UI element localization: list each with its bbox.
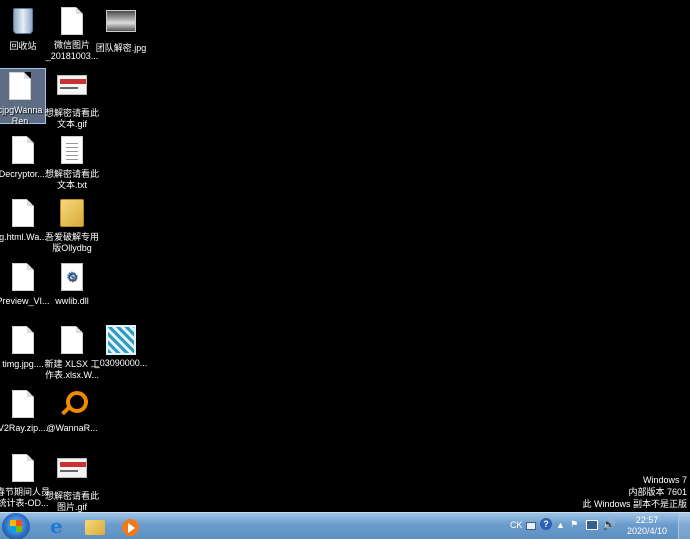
show-desktop-button[interactable]: [678, 513, 690, 539]
action-center-flag-icon[interactable]: ⚑: [570, 519, 578, 530]
system-tray: CK ? ▲ ⚑ 🔊 22:57 2020/4/10: [500, 513, 690, 539]
desktop-icon-wannaren-exe[interactable]: @WannaR...: [41, 387, 103, 434]
magnifier-icon: [57, 390, 88, 420]
desktop-icon-ollydbg-folder[interactable]: 吾爱破解专用 版Ollydbg: [41, 196, 103, 254]
desktop-icon-label: @WannaR...: [46, 423, 98, 433]
desktop-icon-decrypt-txt[interactable]: 想解密请看此 文本.txt: [41, 133, 103, 191]
desktop-icon-decrypt-gif[interactable]: 想解密请看此 文本.gif: [41, 68, 103, 130]
watermark-os-name: Windows 7: [642, 475, 687, 485]
taskbar: CK ? ▲ ⚑ 🔊 22:57 2020/4/10: [0, 512, 690, 539]
desktop-icon-label: 团队解密.jpg: [95, 43, 147, 53]
blank-file-icon: [57, 326, 87, 356]
desktop-icon-label: cjpgWanna Ren: [0, 105, 43, 126]
media-player-taskbar-icon[interactable]: [116, 515, 146, 538]
watermark-genuine-notice: 此 Windows 副本不是正版: [582, 499, 687, 509]
start-button[interactable]: [2, 513, 30, 539]
gif-image-icon: [57, 458, 87, 488]
recycle-bin-icon: [8, 8, 38, 38]
desktop-icon-label: _03090000...: [94, 358, 148, 368]
internet-explorer-taskbar-icon[interactable]: [43, 514, 73, 538]
blank-file-icon: [8, 263, 38, 293]
help-icon[interactable]: ?: [540, 518, 552, 530]
blank-file-icon: [8, 326, 38, 356]
blank-file-icon: [5, 72, 35, 102]
desktop-icon-team-decrypt-jpg[interactable]: 团队解密.jpg: [90, 4, 152, 54]
volume-icon[interactable]: 🔊: [602, 518, 616, 531]
blank-file-icon: [8, 454, 38, 484]
blank-file-icon: [8, 136, 38, 166]
clock-date: 2020/4/10: [626, 526, 668, 536]
explorer-folder-taskbar-icon[interactable]: [80, 515, 110, 538]
image-thumbnail-icon: [106, 10, 136, 40]
network-icon[interactable]: [586, 520, 598, 530]
keyboard-icon[interactable]: [526, 522, 536, 530]
desktop-icon-label: wwlib.dll: [55, 296, 89, 306]
desktop-icon-label: 想解密请看此 文本.txt: [44, 169, 99, 190]
watermark-build: 内部版本 7601: [628, 487, 687, 497]
clock[interactable]: 22:57 2020/4/10: [625, 515, 669, 537]
desktop-icon-decrypt-image-gif[interactable]: 想解密请看此 图片.gif: [41, 451, 103, 513]
text-file-icon: [57, 136, 87, 166]
blank-file-icon: [8, 199, 38, 229]
blank-file-icon: [8, 390, 38, 420]
desktop-icon-03090000[interactable]: _03090000...: [90, 323, 152, 369]
blank-file-icon: [57, 7, 87, 37]
folder-icon: [57, 199, 87, 229]
windows-logo-icon: [10, 520, 22, 532]
desktop-icon-label: 吾爱破解专用 版Ollydbg: [44, 232, 99, 253]
show-hidden-icons-icon[interactable]: ▲: [556, 520, 565, 530]
windows-activation-watermark: Windows 7 内部版本 7601 此 Windows 副本不是正版: [582, 474, 687, 510]
qr-image-icon: [106, 325, 136, 355]
gif-image-icon: [57, 75, 87, 105]
language-indicator[interactable]: CK: [510, 520, 523, 530]
desktop-icon-wwlib-dll[interactable]: wwlib.dll: [41, 260, 103, 307]
desktop-icon-label: 想解密请看此 图片.gif: [44, 491, 99, 512]
clock-time: 22:57: [635, 515, 659, 525]
desktop-icon-wannaren-file[interactable]: cjpgWanna Ren: [0, 68, 46, 126]
dll-file-icon: [57, 263, 87, 293]
desktop-icon-label: 想解密请看此 文本.gif: [44, 108, 99, 129]
